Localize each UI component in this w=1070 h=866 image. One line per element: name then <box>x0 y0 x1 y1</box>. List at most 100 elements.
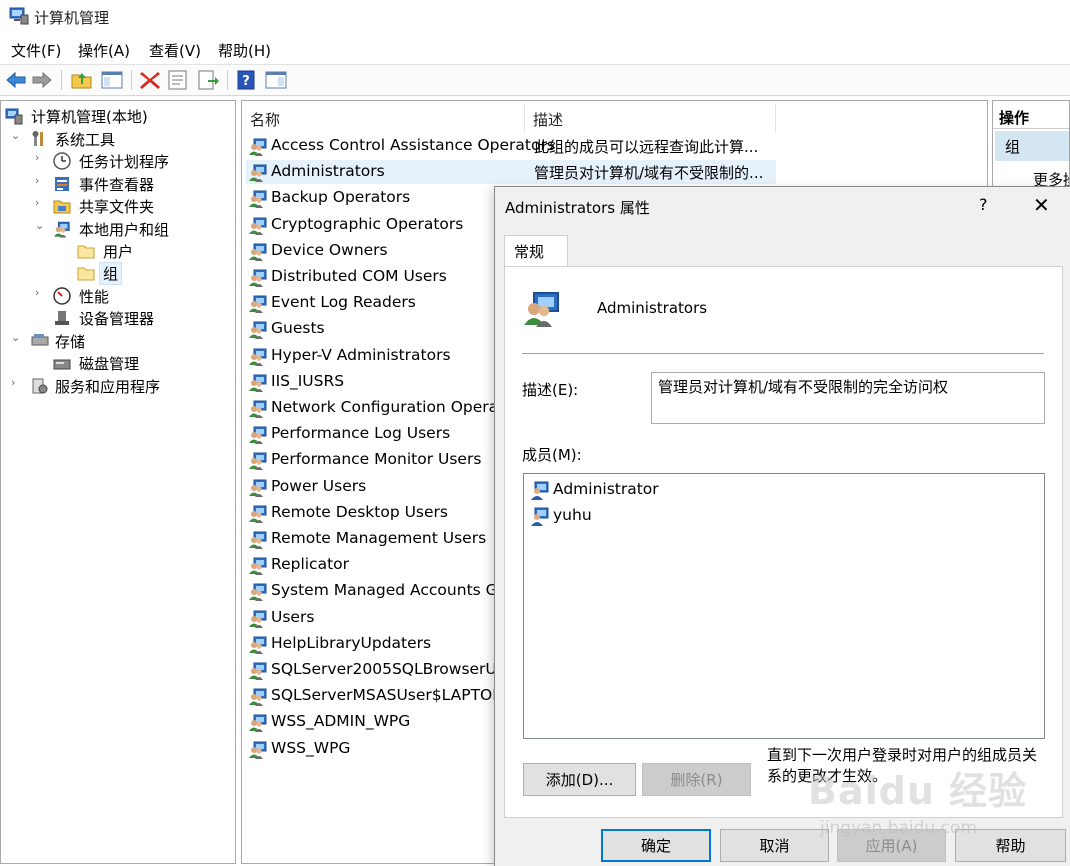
description-field[interactable]: 管理员对计算机/域有不受限制的完全访问权 <box>651 372 1045 424</box>
group-icon <box>248 504 268 523</box>
user-icon <box>530 507 550 526</box>
export-list-icon[interactable] <box>196 69 220 91</box>
tree-label: 磁盘管理 <box>79 355 140 373</box>
column-divider[interactable] <box>775 104 776 132</box>
group-icon <box>248 242 268 261</box>
group-icon <box>248 713 268 732</box>
group-icon <box>248 268 268 287</box>
column-header-description[interactable]: 描述 <box>533 109 563 130</box>
show-hide-console-tree-icon[interactable] <box>100 69 124 91</box>
menu-help[interactable]: 帮助(H) <box>218 40 271 61</box>
group-name-cell: WSS_WPG <box>271 738 351 757</box>
local-users-groups-icon <box>53 220 71 238</box>
menu-action[interactable]: 操作(A) <box>78 40 130 61</box>
group-icon <box>248 373 268 392</box>
description-label: 描述(E): <box>522 381 579 399</box>
properties-icon[interactable] <box>166 69 190 91</box>
tab-general[interactable]: 常规 <box>504 235 568 267</box>
group-icon <box>248 399 268 418</box>
chevron-right-icon[interactable]: › <box>35 174 45 187</box>
performance-icon <box>53 287 71 305</box>
menu-file[interactable]: 文件(F) <box>11 40 61 61</box>
back-arrow-icon[interactable] <box>4 69 28 91</box>
computer-management-icon <box>9 7 29 25</box>
group-name-cell: WSS_ADMIN_WPG <box>271 712 411 731</box>
help-icon[interactable]: ? <box>234 69 258 91</box>
group-icon <box>248 425 268 444</box>
chevron-right-icon[interactable]: › <box>35 196 45 209</box>
group-name-cell: Hyper-V Administrators <box>271 345 451 364</box>
tree-label: 设备管理器 <box>79 310 155 328</box>
chevron-down-icon[interactable]: ⌄ <box>11 129 21 142</box>
chevron-down-icon[interactable]: ⌄ <box>11 331 21 344</box>
chevron-right-icon[interactable]: › <box>11 376 21 389</box>
tree-label: 组 <box>98 262 123 285</box>
delete-icon[interactable] <box>138 69 162 91</box>
show-hide-action-pane-icon[interactable] <box>264 69 288 91</box>
group-icon <box>248 609 268 628</box>
tree-label: 性能 <box>79 288 110 306</box>
group-icon <box>248 294 268 313</box>
group-icon <box>248 451 268 470</box>
help-question-icon[interactable]: ? <box>979 195 988 214</box>
actions-header: 操作 <box>993 103 1069 129</box>
tree-label: 计算机管理(本地) <box>31 108 148 126</box>
group-name-cell: Network Configuration Operators <box>271 398 529 416</box>
dialog-title: Administrators 属性 <box>505 199 650 217</box>
group-name-cell: SQLServer2005SQLBrowserUser$ <box>271 660 531 678</box>
close-icon[interactable]: ✕ <box>1033 193 1050 217</box>
user-icon <box>530 481 550 500</box>
group-icon <box>248 137 268 156</box>
group-name-cell: Remote Desktop Users <box>271 502 448 521</box>
tree-label: 服务和应用程序 <box>55 378 161 396</box>
group-name-cell: Backup Operators <box>271 188 411 207</box>
up-folder-icon[interactable] <box>70 69 94 91</box>
menu-bar: 文件(F) 操作(A) 查看(V) 帮助(H) <box>0 38 1070 64</box>
group-name-cell: Performance Monitor Users <box>271 450 482 469</box>
group-name-cell: Performance Log Users <box>271 424 451 443</box>
group-name-cell: Users <box>271 607 315 626</box>
toolbar-separator <box>227 70 228 90</box>
group-name-cell: Administrators <box>271 162 385 181</box>
menu-view[interactable]: 查看(V) <box>149 40 201 61</box>
tree-label: 任务计划程序 <box>79 153 170 171</box>
general-tab-page: Administrators 描述(E): 管理员对计算机/域有不受限制的完全访… <box>504 266 1063 818</box>
column-header-name[interactable]: 名称 <box>250 109 280 130</box>
table-row[interactable]: Administrators 管理员对计算机/域有不受限制的... <box>246 160 776 185</box>
chevron-right-icon[interactable]: › <box>35 151 45 164</box>
group-name-cell: SQLServerMSASUser$LAPTOP-M <box>271 686 521 705</box>
add-member-button[interactable]: 添加(D)... <box>523 763 636 796</box>
tree-label: 本地用户和组 <box>79 221 170 239</box>
group-name: Administrators <box>597 299 708 317</box>
group-name-cell: HelpLibraryUpdaters <box>271 633 432 652</box>
ok-button[interactable]: 确定 <box>601 829 711 862</box>
divider <box>522 353 1044 354</box>
actions-group-section[interactable]: 组 <box>995 131 1069 161</box>
forward-arrow-icon[interactable] <box>30 69 54 91</box>
column-divider[interactable] <box>524 104 525 132</box>
group-name-cell: Cryptographic Operators <box>271 214 464 233</box>
toolbar-separator <box>131 70 132 90</box>
group-icon <box>248 320 268 339</box>
group-icon <box>248 582 268 601</box>
group-name-cell: Distributed COM Users <box>271 267 447 285</box>
remove-member-button[interactable]: 删除(R) <box>642 763 751 796</box>
tree-label: 用户 <box>103 243 134 261</box>
folder-icon <box>77 264 95 282</box>
task-scheduler-icon <box>53 152 71 170</box>
members-list[interactable]: Administrator yuhu <box>523 473 1045 739</box>
group-name-cell: IIS_IUSRS <box>271 371 345 390</box>
window-title: 计算机管理 <box>34 9 110 27</box>
toolbar: ? <box>0 64 1070 96</box>
chevron-right-icon[interactable]: › <box>35 286 45 299</box>
group-icon <box>248 635 268 654</box>
toolbar-separator <box>61 70 62 90</box>
group-name-cell: Access Control Assistance Operators <box>271 136 555 154</box>
services-apps-icon <box>32 378 48 394</box>
group-icon <box>248 478 268 497</box>
tree-label: 事件查看器 <box>79 176 155 194</box>
chevron-down-icon[interactable]: ⌄ <box>35 219 45 232</box>
watermark-site: jingyan.baidu.com <box>820 818 977 838</box>
cancel-button[interactable]: 取消 <box>720 829 829 862</box>
table-row[interactable]: Access Control Assistance Operators 此组的成员… <box>246 134 776 158</box>
